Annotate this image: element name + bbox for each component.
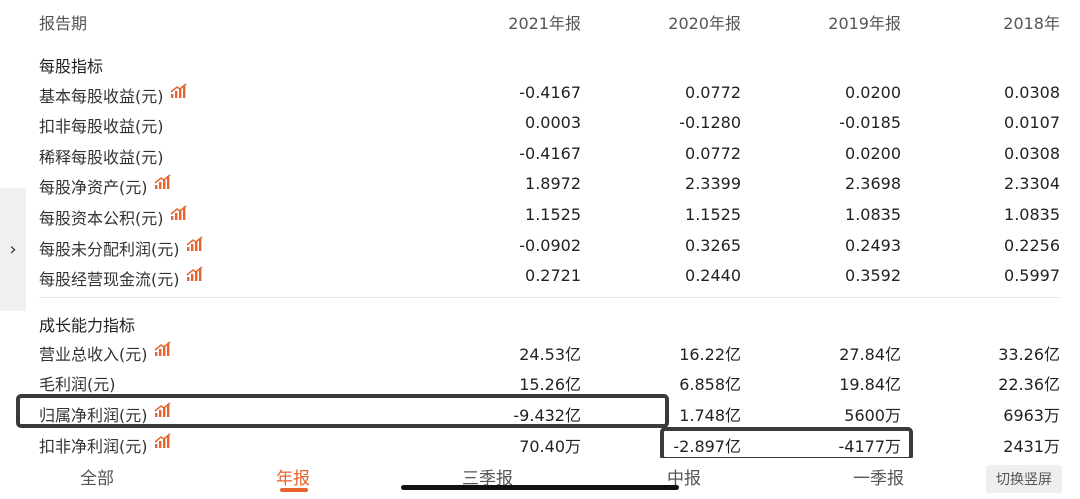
value-cell: 70.40万 xyxy=(519,437,581,456)
value-cell: 0.0772 xyxy=(685,83,741,102)
row-label: 基本每股收益(元) xyxy=(39,87,164,106)
value-cell: 27.84亿 xyxy=(839,345,901,364)
value-cell: 0.2440 xyxy=(685,266,741,285)
value-cell: 0.0003 xyxy=(525,113,581,132)
trend-chart-icon[interactable] xyxy=(164,82,187,101)
value-cell: 2.3399 xyxy=(685,174,741,193)
table-row: 每股未分配利润(元) -0.0902 0.3265 0.2493 0.2256 xyxy=(0,230,1080,260)
value-cell: 0.0308 xyxy=(1004,144,1060,163)
highlight-box-deducted-profit xyxy=(660,427,913,461)
nav-tab-annual[interactable]: 年报 xyxy=(276,464,310,489)
value-cell: -0.1280 xyxy=(679,113,741,132)
report-period-label: 报告期 xyxy=(39,14,88,33)
trend-chart-icon[interactable] xyxy=(180,265,203,284)
row-label: 每股未分配利润(元) xyxy=(39,240,180,259)
value-cell: 1.0835 xyxy=(1004,205,1060,224)
row-label: 每股净资产(元) xyxy=(39,178,148,197)
row-label: 扣非每股收益(元) xyxy=(39,117,164,136)
value-cell: 0.5997 xyxy=(1004,266,1060,285)
table-row: 稀释每股收益(元) -0.4167 0.0772 0.0200 0.0308 xyxy=(0,138,1080,168)
row-label: 扣非净利润(元) xyxy=(39,437,148,456)
value-cell: 1.748亿 xyxy=(679,406,741,425)
value-cell: 0.2493 xyxy=(845,236,901,255)
section-title-per-share: 每股指标 xyxy=(39,57,104,76)
value-cell: 33.26亿 xyxy=(998,345,1060,364)
period-2021[interactable]: 2021年报 xyxy=(508,10,581,34)
value-cell: -0.0185 xyxy=(839,113,901,132)
table-row: 每股净资产(元) 1.8972 2.3399 2.3698 2.3304 xyxy=(0,168,1080,198)
trend-chart-icon[interactable] xyxy=(180,235,203,254)
trend-chart-icon[interactable] xyxy=(148,340,171,359)
value-cell: 1.0835 xyxy=(845,205,901,224)
value-cell: 1.1525 xyxy=(685,205,741,224)
section-title-growth: 成长能力指标 xyxy=(39,316,136,335)
value-cell: -0.4167 xyxy=(519,83,581,102)
value-cell: 5600万 xyxy=(844,406,901,425)
row-label: 稀释每股收益(元) xyxy=(39,148,164,167)
value-cell: 1.8972 xyxy=(525,174,581,193)
nav-tab-all[interactable]: 全部 xyxy=(80,464,114,489)
table-row: 扣非每股收益(元) 0.0003 -0.1280 -0.0185 0.0107 xyxy=(0,107,1080,137)
value-cell: 0.0200 xyxy=(845,83,901,102)
value-cell: 0.3265 xyxy=(685,236,741,255)
section-divider xyxy=(39,297,1060,298)
row-label: 营业总收入(元) xyxy=(39,345,148,364)
value-cell: 6.858亿 xyxy=(679,375,741,394)
value-cell: 0.0107 xyxy=(1004,113,1060,132)
nav-tab-q1[interactable]: 一季报 xyxy=(853,464,904,489)
active-tab-indicator xyxy=(280,488,308,492)
toggle-orientation-button[interactable]: 切换竖屏 xyxy=(986,465,1062,493)
value-cell: 15.26亿 xyxy=(519,375,581,394)
period-2018[interactable]: 2018年 xyxy=(1003,10,1060,34)
row-label: 每股资本公积(元) xyxy=(39,209,164,228)
period-filter-nav: 全部 年报 三季报 中报 一季报 切换竖屏 xyxy=(0,458,1080,499)
highlight-box-net-profit xyxy=(16,394,669,428)
header-row: 报告期 2021年报 2020年报 2019年报 2018年 xyxy=(0,0,1080,38)
period-2019[interactable]: 2019年报 xyxy=(828,10,901,34)
value-cell: 2.3304 xyxy=(1004,174,1060,193)
value-cell: 2.3698 xyxy=(845,174,901,193)
trend-chart-icon[interactable] xyxy=(148,173,171,192)
row-label: 毛利润(元) xyxy=(39,375,116,394)
value-cell: 19.84亿 xyxy=(839,375,901,394)
row-label: 每股经营现金流(元) xyxy=(39,270,180,289)
value-cell: 16.22亿 xyxy=(679,345,741,364)
period-2020[interactable]: 2020年报 xyxy=(668,10,741,34)
value-cell: 0.0772 xyxy=(685,144,741,163)
value-cell: 0.3592 xyxy=(845,266,901,285)
value-cell: 0.2721 xyxy=(525,266,581,285)
value-cell: 0.2256 xyxy=(1004,236,1060,255)
value-cell: 0.0308 xyxy=(1004,83,1060,102)
financial-indicators-page: 报告期 2021年报 2020年报 2019年报 2018年 › 每股指标 基本… xyxy=(0,0,1080,499)
value-cell: -0.0902 xyxy=(519,236,581,255)
table-row: 每股经营现金流(元) 0.2721 0.2440 0.3592 0.5997 xyxy=(0,260,1080,290)
trend-chart-icon[interactable] xyxy=(164,204,187,223)
home-indicator xyxy=(401,485,679,490)
table-row: 毛利润(元) 15.26亿 6.858亿 19.84亿 22.36亿 xyxy=(0,365,1080,395)
fade-overlay xyxy=(1058,0,1080,38)
trend-chart-icon[interactable] xyxy=(148,432,171,451)
table-row: 每股资本公积(元) 1.1525 1.1525 1.0835 1.0835 xyxy=(0,199,1080,229)
value-cell: 1.1525 xyxy=(525,205,581,224)
value-cell: 24.53亿 xyxy=(519,345,581,364)
value-cell: 6963万 xyxy=(1003,406,1060,425)
value-cell: 0.0200 xyxy=(845,144,901,163)
table-row: 基本每股收益(元) -0.4167 0.0772 0.0200 0.0308 xyxy=(0,77,1080,107)
table-row: 扣非净利润(元) 70.40万 -2.897亿 -4177万 2431万 xyxy=(0,427,1080,457)
table-row: 营业总收入(元) 24.53亿 16.22亿 27.84亿 33.26亿 xyxy=(0,335,1080,365)
value-cell: 22.36亿 xyxy=(998,375,1060,394)
value-cell: 2431万 xyxy=(1003,437,1060,456)
value-cell: -0.4167 xyxy=(519,144,581,163)
